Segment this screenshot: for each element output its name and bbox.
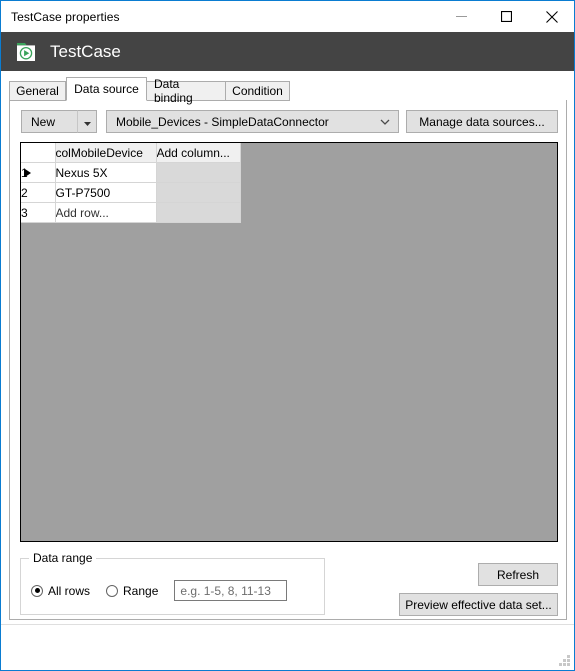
close-button[interactable] [529, 1, 574, 32]
tab-condition-label: Condition [232, 84, 283, 98]
radio-range-indicator[interactable] [106, 584, 119, 597]
table-row-new[interactable]: 3 Add row... [21, 202, 241, 223]
dialog-header-title: TestCase [50, 41, 121, 61]
resize-grip[interactable] [558, 654, 571, 667]
new-button-label: New [31, 114, 56, 129]
row-number-2: 2 [21, 185, 28, 200]
title-bar: TestCase properties [1, 1, 574, 32]
testcase-run-icon [15, 41, 37, 63]
cell-colmobiledevice-1[interactable]: Nexus 5X [55, 162, 157, 183]
tab-data-source[interactable]: Data source [66, 77, 147, 101]
cell-colmobiledevice-2[interactable]: GT-P7500 [55, 182, 157, 203]
range-input[interactable] [174, 580, 288, 601]
refresh-button-label: Refresh [496, 567, 540, 582]
tab-general[interactable]: General [9, 81, 66, 101]
chevron-down-icon [372, 119, 398, 125]
new-split-button[interactable]: New [21, 110, 97, 133]
window-controls [439, 1, 574, 32]
table-row[interactable]: 2 GT-P7500 [21, 182, 241, 203]
column-header-add-column[interactable]: Add column... [156, 143, 241, 163]
tab-strip: General Data source Data binding Conditi… [9, 77, 567, 105]
datasource-combobox[interactable]: Mobile_Devices - SimpleDataConnector [106, 110, 399, 133]
radio-all-rows[interactable]: All rows [31, 584, 90, 598]
radio-range-label: Range [123, 583, 159, 598]
preview-button-label: Preview effective data set... [405, 597, 552, 612]
data-grid-header-row: colMobileDevice Add column... [21, 143, 241, 163]
data-range-legend: Data range [29, 551, 97, 565]
data-grid-table: colMobileDevice Add column... 1 Nexus 5X [21, 143, 241, 223]
row-header-3[interactable]: 3 [21, 202, 56, 223]
cell-add-row[interactable]: Add row... [55, 202, 157, 223]
new-button[interactable]: New [21, 110, 77, 133]
cell-addcolumn-1 [156, 162, 241, 183]
manage-data-sources-button[interactable]: Manage data sources... [406, 110, 558, 133]
tab-data-binding[interactable]: Data binding [146, 77, 226, 105]
radio-all-rows-indicator[interactable] [31, 584, 43, 597]
tab-condition[interactable]: Condition [225, 81, 290, 101]
current-row-caret-icon [25, 166, 31, 180]
column-header-colmobiledevice[interactable]: colMobileDevice [55, 143, 157, 163]
maximize-button[interactable] [484, 1, 529, 32]
tab-general-label: General [16, 84, 59, 98]
row-header-2[interactable]: 2 [21, 182, 56, 203]
data-grid[interactable]: colMobileDevice Add column... 1 Nexus 5X [20, 142, 558, 542]
radio-all-rows-label: All rows [48, 583, 91, 598]
row-number-3: 3 [21, 205, 28, 220]
new-dropdown-arrow[interactable] [77, 110, 97, 133]
radio-range[interactable]: Range [106, 584, 158, 598]
table-row[interactable]: 1 Nexus 5X [21, 162, 241, 183]
window-title: TestCase properties [11, 9, 120, 24]
data-grid-select-all-corner[interactable] [21, 143, 56, 163]
datasource-combobox-value: Mobile_Devices - SimpleDataConnector [116, 114, 329, 129]
dialog-header-band: TestCase [1, 32, 574, 71]
chevron-down-icon [83, 113, 91, 131]
minimize-button[interactable] [439, 1, 484, 32]
refresh-button[interactable]: Refresh [478, 563, 558, 586]
tab-data-source-label: Data source [74, 82, 139, 96]
data-source-toolbar: New Mobile_Devices - SimpleDataConnector… [21, 110, 558, 133]
tab-data-binding-label: Data binding [154, 77, 193, 105]
testcase-properties-dialog: TestCase properties TestCase General Dat… [0, 0, 575, 671]
cell-addcolumn-2 [156, 182, 241, 203]
data-range-options: All rows Range [31, 580, 288, 601]
dialog-footer: OK Cancel Apply [1, 625, 574, 670]
preview-effective-data-set-button[interactable]: Preview effective data set... [399, 593, 558, 616]
row-header-1[interactable]: 1 [21, 162, 56, 183]
manage-data-sources-label: Manage data sources... [419, 114, 545, 129]
data-range-groupbox: Data range All rows Range [20, 551, 325, 615]
cell-addcolumn-3 [156, 202, 241, 223]
